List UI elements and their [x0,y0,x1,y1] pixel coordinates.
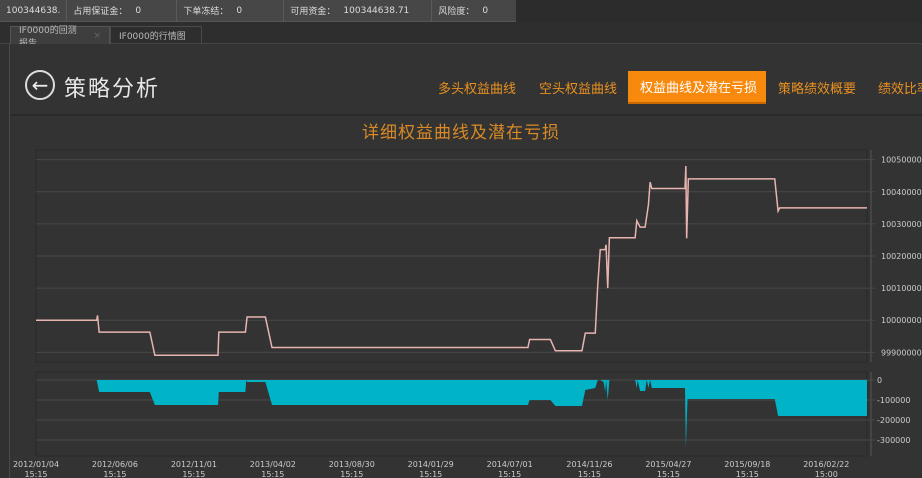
x-tick-date: 2015/09/18 [724,460,770,469]
x-tick-date: 2015/04/27 [645,460,691,469]
x-tick-time: 15:15 [24,470,47,478]
y-tick-label: 100000000 [881,316,922,325]
x-tick-date: 2014/01/29 [408,460,454,469]
x-tick-time: 15:15 [657,470,680,478]
x-tick-time: 15:15 [736,470,759,478]
y-tick-label: 99900000 [881,348,922,357]
y-tick-label: 100400000 [881,188,922,197]
x-tick-time: 15:15 [419,470,442,478]
x-tick-time: 15:15 [340,470,363,478]
y-tick-label: 0 [877,376,882,385]
x-tick-time: 15:15 [261,470,284,478]
y-tick-label: -300000 [877,436,910,445]
x-tick-time: 15:15 [498,470,521,478]
y-tick-label: 100300000 [881,220,922,229]
y-tick-label: 100100000 [881,284,922,293]
x-tick-time: 15:15 [182,470,205,478]
x-tick-date: 2013/08/30 [329,460,375,469]
y-tick-label: -200000 [877,416,910,425]
y-tick-label: 100200000 [881,252,922,261]
x-tick-date: 2012/06/06 [92,460,138,469]
y-tick-label: -100000 [877,396,910,405]
x-tick-date: 2012/11/01 [171,460,217,469]
x-tick-time: 15:15 [578,470,601,478]
equity-drawdown-chart: 99900000 100000000 100100000 100200000 10030… [13,149,922,478]
x-tick-date: 2014/11/26 [566,460,612,469]
x-tick-time: 15:00 [815,470,838,478]
y-tick-label: 100500000 [881,156,922,165]
x-tick-time: 15:15 [103,470,126,478]
x-tick-date: 2012/01/04 [13,460,59,469]
x-tick-date: 2016/02/22 [803,460,849,469]
x-tick-date: 2014/07/01 [487,460,533,469]
x-tick-date: 2013/04/02 [250,460,296,469]
